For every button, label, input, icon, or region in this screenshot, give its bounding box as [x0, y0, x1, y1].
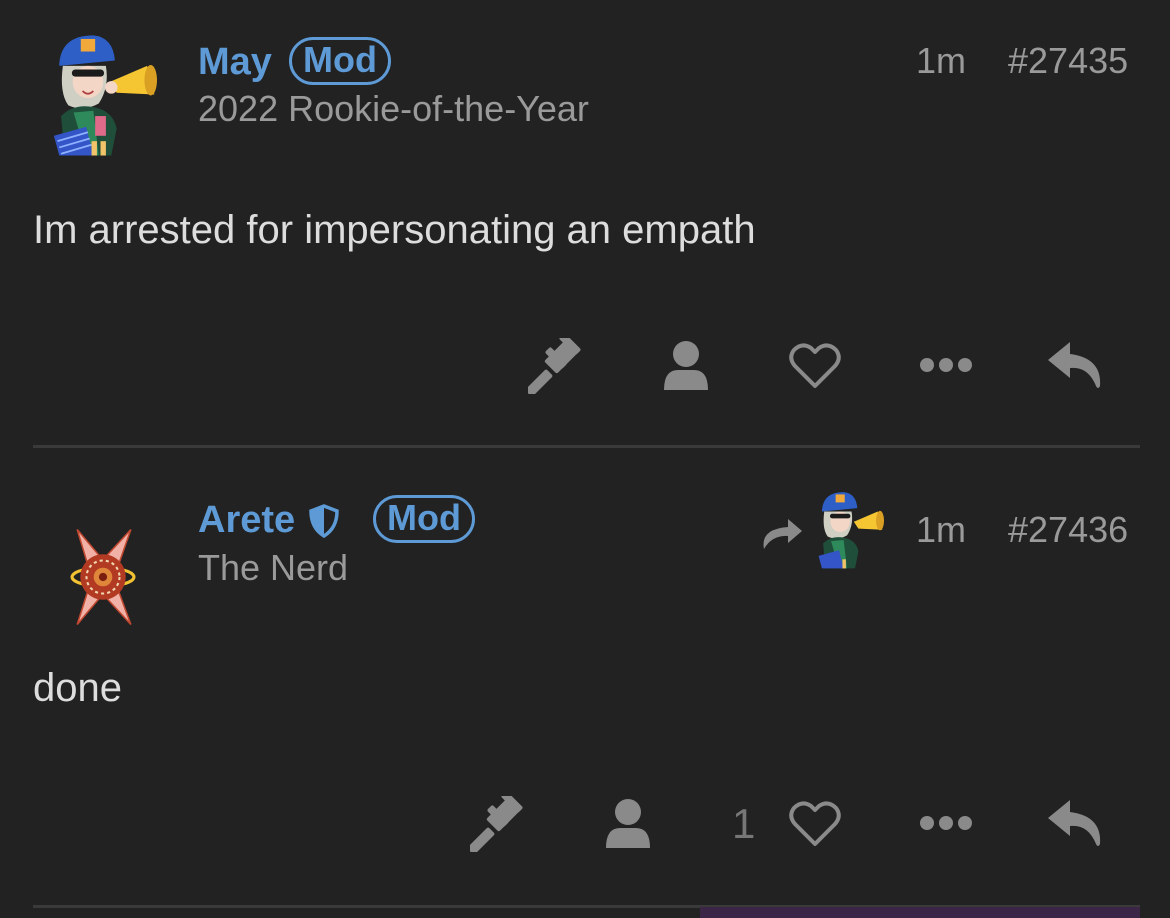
post-27435: May Mod 2022 Rookie-of-the-Year 1m #2743…	[0, 0, 1170, 447]
more-button[interactable]	[918, 808, 974, 838]
share-arrow-icon	[763, 519, 802, 549]
post-27436: Arete Mod The Nerd 1m #27436 done 1	[0, 448, 1170, 908]
username[interactable]: Arete	[198, 498, 295, 542]
user-avatar-arete[interactable]	[38, 512, 168, 642]
ellipsis-icon	[920, 358, 972, 372]
like-button[interactable]	[786, 796, 844, 852]
post-content: done	[33, 666, 122, 710]
user-title: The Nerd	[198, 547, 349, 588]
post-number[interactable]: #27435	[1008, 41, 1128, 81]
reply-icon	[1048, 342, 1101, 388]
gavel-icon	[470, 796, 523, 852]
post-age[interactable]: 1m	[916, 41, 966, 81]
user-button[interactable]	[660, 338, 712, 394]
user-button[interactable]	[602, 796, 654, 852]
flag-button[interactable]	[470, 796, 526, 852]
heart-icon	[789, 343, 841, 388]
like-count[interactable]: 1	[732, 800, 755, 848]
reply-to-avatar	[818, 492, 885, 569]
flag-button[interactable]	[528, 338, 584, 394]
reply-button[interactable]	[1046, 338, 1104, 392]
gavel-icon	[528, 338, 581, 394]
user-avatar-may[interactable]	[40, 30, 170, 160]
heart-icon	[789, 801, 841, 846]
ellipsis-icon	[920, 816, 972, 830]
next-post-highlight	[700, 907, 1140, 918]
reply-icon	[1048, 800, 1101, 846]
user-icon	[606, 799, 650, 848]
like-button[interactable]	[786, 338, 844, 394]
shield-icon	[309, 504, 339, 538]
user-title: 2022 Rookie-of-the-Year	[198, 88, 589, 129]
reply-button[interactable]	[1046, 796, 1104, 850]
more-button[interactable]	[918, 350, 974, 380]
username[interactable]: May	[198, 40, 272, 84]
reply-to-indicator[interactable]	[758, 488, 888, 572]
post-number[interactable]: #27436	[1008, 510, 1128, 550]
post-age[interactable]: 1m	[916, 510, 966, 550]
mod-badge: Mod	[373, 495, 475, 543]
post-content: Im arrested for impersonating an empath	[33, 208, 756, 252]
user-icon	[664, 341, 708, 390]
mod-badge: Mod	[289, 37, 391, 85]
